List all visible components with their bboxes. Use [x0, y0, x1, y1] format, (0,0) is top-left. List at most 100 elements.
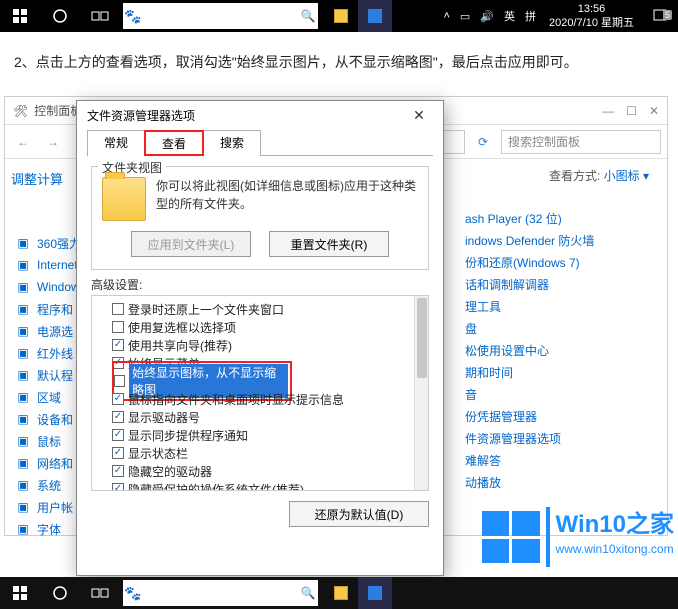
cp-item[interactable]: 音	[461, 383, 667, 405]
checkbox[interactable]	[112, 393, 124, 405]
checkbox[interactable]	[112, 483, 124, 491]
cp-item-label: 电源选	[37, 323, 73, 340]
cp-item[interactable]: 份凭据管理器	[461, 405, 667, 427]
dialog-close-button[interactable]: ✕	[405, 107, 433, 124]
cp-item[interactable]: ash Player (32 位)	[461, 207, 667, 229]
start-button-2[interactable]	[0, 577, 40, 609]
checkbox[interactable]	[112, 447, 124, 459]
notification-button[interactable]: 5	[642, 8, 678, 24]
setting-label: 隐藏受保护的操作系统文件(推荐)	[128, 481, 304, 492]
explorer-taskbar-icon-2[interactable]	[324, 577, 358, 609]
cp-item[interactable]: 动播放	[461, 471, 667, 493]
search-icon[interactable]: 🔍	[298, 586, 318, 600]
cp-item-label: ash Player (32 位)	[465, 210, 562, 227]
cp-item-icon: ▣	[15, 367, 31, 383]
group-text: 你可以将此视图(如详细信息或图标)应用于这种类型的所有文件夹。	[156, 177, 418, 221]
checkbox[interactable]	[112, 321, 124, 333]
reset-folders-button[interactable]: 重置文件夹(R)	[269, 231, 389, 257]
setting-item[interactable]: 显示状态栏	[98, 444, 422, 462]
cp-item-icon: ▣	[15, 279, 31, 295]
taskbar-search[interactable]: 🐾 🔍	[123, 3, 318, 29]
checkbox[interactable]	[112, 465, 124, 477]
tray-volume-icon[interactable]: 🔊	[475, 0, 499, 32]
tray-ime1[interactable]: 英	[499, 0, 520, 32]
checkbox[interactable]	[112, 411, 124, 423]
taskbar-search-2[interactable]: 🐾 🔍	[123, 580, 318, 606]
dialog-titlebar: 文件资源管理器选项 ✕	[77, 101, 443, 129]
tab-search[interactable]: 搜索	[203, 130, 261, 156]
clock-date: 2020/7/10 星期五	[549, 16, 634, 30]
cp-item-label: 期和时间	[465, 364, 513, 381]
cortana-button-2[interactable]	[40, 577, 80, 609]
cp-item[interactable]: 件资源管理器选项	[461, 427, 667, 449]
scrollbar[interactable]	[414, 296, 428, 490]
cp-item[interactable]: indows Defender 防火墙	[461, 229, 667, 251]
cp-item[interactable]: 盘	[461, 317, 667, 339]
refresh-button[interactable]: ⟳	[471, 130, 495, 154]
apply-to-folders-button[interactable]: 应用到文件夹(L)	[131, 231, 251, 257]
cp-item[interactable]: 松使用设置中心	[461, 339, 667, 361]
taskview-button[interactable]	[80, 0, 120, 32]
cp-item[interactable]: 期和时间	[461, 361, 667, 383]
cp-item-label: 默认程	[37, 367, 73, 384]
cp-item-label: 理工具	[465, 298, 501, 315]
setting-item[interactable]: 使用共享向导(推荐)	[98, 336, 422, 354]
setting-item[interactable]: 鼠标指向文件夹和桌面项时显示提示信息	[98, 390, 422, 408]
search-icon[interactable]: 🔍	[298, 9, 318, 23]
cp-item[interactable]: 份和还原(Windows 7)	[461, 251, 667, 273]
start-button[interactable]	[0, 0, 40, 32]
circle-icon	[52, 8, 68, 24]
cp-item[interactable]: 难解答	[461, 449, 667, 471]
forward-button[interactable]: →	[41, 130, 65, 154]
cortana-button[interactable]	[40, 0, 80, 32]
setting-item[interactable]: 登录时还原上一个文件夹窗口	[98, 300, 422, 318]
taskview-button-2[interactable]	[80, 577, 120, 609]
tray-chevron[interactable]: ˄	[438, 0, 454, 32]
advanced-settings-list[interactable]: 登录时还原上一个文件夹窗口使用复选框以选择项使用共享向导(推荐)始终显示菜单始终…	[91, 295, 429, 491]
cp-item-label: 音	[465, 386, 477, 403]
checkbox[interactable]	[112, 429, 124, 441]
restore-defaults-button[interactable]: 还原为默认值(D)	[289, 501, 429, 527]
setting-label: 使用复选框以选择项	[128, 319, 236, 336]
setting-item[interactable]: 使用复选框以选择项	[98, 318, 422, 336]
setting-label: 鼠标指向文件夹和桌面项时显示提示信息	[128, 391, 344, 408]
tray-ime2[interactable]: 拼	[520, 0, 541, 32]
tray-network-icon[interactable]: ▭	[455, 0, 475, 32]
cp-search[interactable]: 搜索控制面板	[501, 130, 661, 154]
checkbox[interactable]	[112, 339, 124, 351]
checkbox[interactable]	[112, 303, 124, 315]
tab-view[interactable]: 查看	[144, 130, 204, 156]
folder-icon	[334, 9, 348, 23]
scrollbar-thumb[interactable]	[417, 298, 427, 378]
cp-item[interactable]: 话和调制解调器	[461, 273, 667, 295]
setting-item[interactable]: 隐藏空的驱动器	[98, 462, 422, 480]
view-value[interactable]: 小图标 ▾	[604, 169, 649, 183]
cp-item-icon: ▣	[15, 477, 31, 493]
setting-item[interactable]: 隐藏受保护的操作系统文件(推荐)	[98, 480, 422, 491]
view-mode: 查看方式: 小图标 ▾	[549, 167, 649, 184]
tab-general[interactable]: 常规	[87, 130, 145, 156]
setting-item[interactable]: 显示同步提供程序通知	[98, 426, 422, 444]
cp-item[interactable]: 理工具	[461, 295, 667, 317]
watermark-url: www.win10xitong.com	[556, 537, 674, 561]
minimize-button[interactable]: —	[602, 104, 614, 118]
cp-item-icon: ▣	[15, 521, 31, 537]
taskbar-search-input[interactable]	[143, 4, 298, 28]
active-app-taskbar-icon-2[interactable]	[358, 577, 392, 609]
explorer-taskbar-icon[interactable]	[324, 0, 358, 32]
checkbox[interactable]	[114, 375, 125, 387]
close-button[interactable]: ✕	[649, 104, 659, 118]
tray-clock[interactable]: 13:56 2020/7/10 星期五	[541, 2, 642, 30]
top-taskbar: 🐾 🔍 ˄ ▭ 🔊 英 拼 13:56 2020/7/10 星期五 5	[0, 0, 678, 32]
taskbar-search-input-2[interactable]	[143, 581, 298, 605]
cp-item-label: 网络和	[37, 455, 73, 472]
maximize-button[interactable]: ☐	[626, 104, 637, 118]
cp-item-label: 字体	[37, 521, 61, 538]
active-app-taskbar-icon[interactable]	[358, 0, 392, 32]
tab-row: 常规 查看 搜索	[87, 129, 433, 155]
back-button[interactable]: ←	[11, 130, 35, 154]
setting-item[interactable]: 显示驱动器号	[98, 408, 422, 426]
windows-icon	[13, 9, 27, 23]
cp-item-label: 份凭据管理器	[465, 408, 537, 425]
setting-item[interactable]: 始终显示图标，从不显示缩略图	[98, 372, 422, 390]
